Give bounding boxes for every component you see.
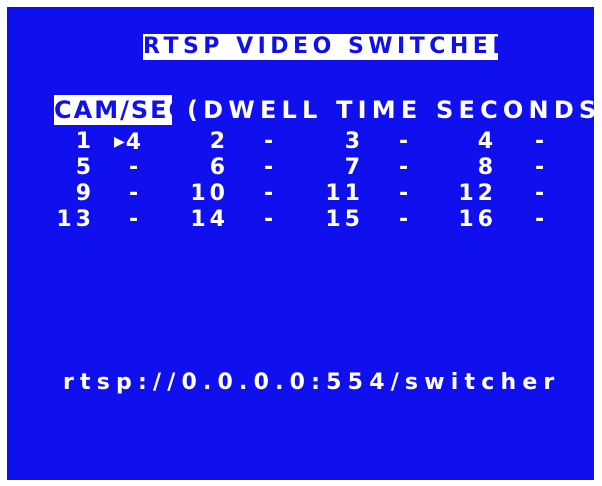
camera-number: 14 bbox=[190, 207, 229, 232]
camera-number: 12 bbox=[458, 181, 497, 206]
dwell-time-field[interactable]: - bbox=[264, 181, 304, 207]
dwell-time-header: (DWELL TIME SECONDS) bbox=[187, 96, 602, 124]
dwell-time-field[interactable]: - bbox=[535, 129, 575, 155]
dwell-time-field[interactable]: - bbox=[535, 207, 575, 233]
camera-row: 9 - 10 - 11 - 12 - bbox=[7, 181, 594, 207]
camera-number: 4 bbox=[477, 129, 497, 154]
dwell-time-field[interactable]: - bbox=[264, 207, 304, 233]
dwell-time-field[interactable]: ▶4 bbox=[114, 129, 154, 156]
camera-number: 2 bbox=[209, 129, 229, 154]
camera-row: 13 - 14 - 15 - 16 - bbox=[7, 207, 594, 233]
rtsp-url: rtsp://0.0.0.0:554/switcher bbox=[63, 370, 561, 395]
camera-number: 8 bbox=[477, 155, 497, 180]
camera-number: 6 bbox=[209, 155, 229, 180]
camera-number: 5 bbox=[75, 155, 95, 180]
camera-number: 13 bbox=[56, 207, 95, 232]
dwell-time-field[interactable]: - bbox=[129, 155, 169, 181]
cursor-icon: ▶ bbox=[114, 134, 125, 150]
camera-number: 16 bbox=[458, 207, 497, 232]
camera-number: 1 bbox=[75, 129, 95, 154]
page-title: RTSP VIDEO SWITCHER bbox=[143, 34, 514, 60]
camera-number: 11 bbox=[325, 181, 364, 206]
camera-row: 1 ▶4 2 - 3 - 4 - bbox=[7, 129, 594, 155]
camera-number: 9 bbox=[75, 181, 95, 206]
cam-sec-header[interactable]: CAM/SEC bbox=[54, 95, 186, 125]
dwell-time-field[interactable]: - bbox=[264, 155, 304, 181]
camera-number: 7 bbox=[344, 155, 364, 180]
camera-number: 15 bbox=[325, 207, 364, 232]
camera-row: 5 - 6 - 7 - 8 - bbox=[7, 155, 594, 181]
camera-number: 10 bbox=[190, 181, 229, 206]
dwell-time-field[interactable]: - bbox=[129, 181, 169, 207]
dwell-time-field[interactable]: - bbox=[129, 207, 169, 233]
dwell-time-field[interactable]: - bbox=[399, 181, 439, 207]
dwell-time-field[interactable]: - bbox=[535, 155, 575, 181]
dwell-time-field[interactable]: - bbox=[399, 207, 439, 233]
dwell-time-field[interactable]: - bbox=[264, 129, 304, 155]
dwell-time-value: 4 bbox=[125, 130, 142, 155]
dwell-time-field[interactable]: - bbox=[535, 181, 575, 207]
dwell-time-field[interactable]: - bbox=[399, 155, 439, 181]
camera-number: 3 bbox=[344, 129, 364, 154]
dwell-time-field[interactable]: - bbox=[399, 129, 439, 155]
osd-screen: RTSP VIDEO SWITCHER CAM/SEC (DWELL TIME … bbox=[7, 7, 602, 480]
